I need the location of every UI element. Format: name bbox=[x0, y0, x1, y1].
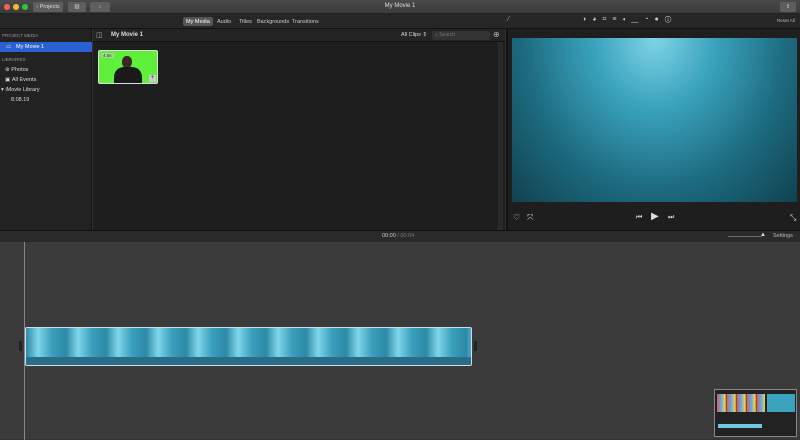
tab-audio[interactable]: Audio bbox=[214, 17, 234, 26]
tab-titles[interactable]: Titles bbox=[236, 17, 255, 26]
magic-wand-icon[interactable]: ⁄ bbox=[508, 16, 509, 23]
filter-label: All Clips bbox=[401, 32, 421, 38]
reset-all-button[interactable]: Reset All bbox=[777, 18, 795, 23]
time-separator: / bbox=[397, 233, 399, 239]
clip-right-handle[interactable] bbox=[474, 341, 477, 351]
sidebar-item-label: 8.08.19 bbox=[11, 97, 29, 103]
media-clip-thumbnail[interactable]: 4.5s + bbox=[98, 50, 158, 84]
minimap-viewer bbox=[767, 394, 795, 412]
clip-audio-bar bbox=[26, 357, 471, 365]
current-time: 00:00 bbox=[382, 233, 396, 239]
events-icon: ▣ bbox=[5, 77, 10, 83]
minimap-media bbox=[717, 394, 765, 412]
person-body bbox=[114, 67, 142, 84]
tab-transitions[interactable]: Transitions bbox=[289, 17, 322, 26]
sidebar-item-label: My Movie 1 bbox=[16, 44, 44, 50]
sidebar-item-my-movie[interactable]: ▭ My Movie 1 bbox=[0, 42, 92, 52]
total-time: 00:04 bbox=[400, 233, 414, 239]
stabilization-icon[interactable]: ≡ bbox=[612, 16, 622, 23]
video-preview bbox=[512, 38, 797, 202]
clips-filter[interactable]: All Clips ⇕ bbox=[401, 32, 427, 38]
favorite-heart-icon[interactable]: ♡ bbox=[513, 213, 520, 222]
tab-backgrounds[interactable]: Backgrounds bbox=[254, 17, 292, 26]
sidebar-item-imovie-library[interactable]: ▾ iMovie Library bbox=[1, 87, 40, 93]
sidebar-item-event[interactable]: 8.08.19 bbox=[11, 97, 29, 103]
photos-icon: ⊛ bbox=[5, 67, 10, 73]
sidebar-item-label: iMovie Library bbox=[5, 87, 39, 93]
timeline-video-clip[interactable] bbox=[25, 327, 472, 366]
zoom-slider[interactable] bbox=[728, 236, 762, 237]
play-icon[interactable]: ▶ bbox=[651, 211, 659, 222]
libraries-header: LIBRARIES bbox=[2, 57, 26, 62]
sidebar: PROJECT MEDIA ▭ My Movie 1 LIBRARIES ⊛ P… bbox=[0, 29, 92, 230]
info-icon[interactable]: ⓘ bbox=[665, 16, 678, 23]
project-media-header: PROJECT MEDIA bbox=[2, 33, 38, 38]
fullscreen-icon[interactable]: ⤡ bbox=[790, 213, 796, 223]
color-correction-icon[interactable]: ◕ bbox=[592, 16, 602, 23]
clip-left-handle[interactable] bbox=[19, 341, 22, 351]
timecode: 00:00 / 00:04 bbox=[382, 233, 414, 239]
sidebar-toggle-icon[interactable]: ◫ bbox=[96, 31, 103, 39]
search-icon: ⌕ bbox=[435, 32, 438, 38]
add-clip-icon[interactable]: + bbox=[149, 75, 156, 82]
search-placeholder: Search bbox=[439, 32, 455, 38]
viewer: ♡ ⤧ ⏮ ▶ ⏭ ⤡ bbox=[506, 29, 800, 230]
previous-icon[interactable]: ⏮ bbox=[636, 214, 642, 222]
reject-icon[interactable]: ⤧ bbox=[527, 213, 533, 223]
clip-settings-icon[interactable]: ⊕ bbox=[493, 30, 500, 39]
disclosure-triangle-icon[interactable]: ▾ bbox=[1, 87, 4, 93]
scrollbar[interactable] bbox=[498, 42, 503, 230]
sidebar-item-label: All Events bbox=[12, 77, 36, 83]
window-title: My Movie 1 bbox=[0, 3, 800, 9]
filter-icon[interactable]: ● bbox=[654, 16, 664, 23]
timeline: 00:00 / 00:04 ▲ Settings bbox=[0, 230, 800, 439]
browser-title: My Movie 1 bbox=[111, 32, 143, 38]
timeline-header: 00:00 / 00:04 ▲ Settings bbox=[0, 231, 800, 242]
sidebar-item-label: Photos bbox=[11, 67, 28, 73]
media-browser: ◫ My Movie 1 All Clips ⇕ ⌕ Search ⊕ 4.5s… bbox=[93, 29, 505, 230]
media-tabs: My Media Audio Titles Backgrounds Transi… bbox=[0, 14, 800, 29]
search-input[interactable]: ⌕ Search bbox=[432, 31, 490, 40]
crop-icon[interactable]: ⌗ bbox=[602, 16, 612, 23]
settings-button[interactable]: Settings bbox=[773, 233, 793, 239]
sidebar-item-photos[interactable]: ⊛ Photos bbox=[5, 67, 28, 73]
next-icon[interactable]: ⏭ bbox=[668, 214, 674, 222]
noise-icon[interactable]: ▁ bbox=[631, 16, 644, 23]
share-icon[interactable]: ⇪ bbox=[780, 2, 796, 12]
adjustment-tools[interactable]: ◑◕⌗≡◂▁◔●ⓘ bbox=[582, 16, 677, 24]
color-balance-icon[interactable]: ◑ bbox=[582, 16, 592, 23]
zoom-slider-handle[interactable]: ▲ bbox=[760, 232, 766, 238]
volume-icon[interactable]: ◂ bbox=[623, 16, 632, 23]
minimap-clip bbox=[718, 424, 762, 428]
tab-my-media[interactable]: My Media bbox=[183, 17, 213, 26]
sidebar-item-all-events[interactable]: ▣ All Events bbox=[5, 77, 36, 83]
movie-icon: ▭ bbox=[6, 44, 11, 50]
timeline-minimap[interactable] bbox=[714, 389, 797, 437]
title-bar: ‹ Projects ▥ ↓ My Movie 1 ⇪ bbox=[0, 0, 800, 14]
clip-duration: 4.5s bbox=[101, 53, 114, 58]
speed-icon[interactable]: ◔ bbox=[644, 16, 654, 23]
